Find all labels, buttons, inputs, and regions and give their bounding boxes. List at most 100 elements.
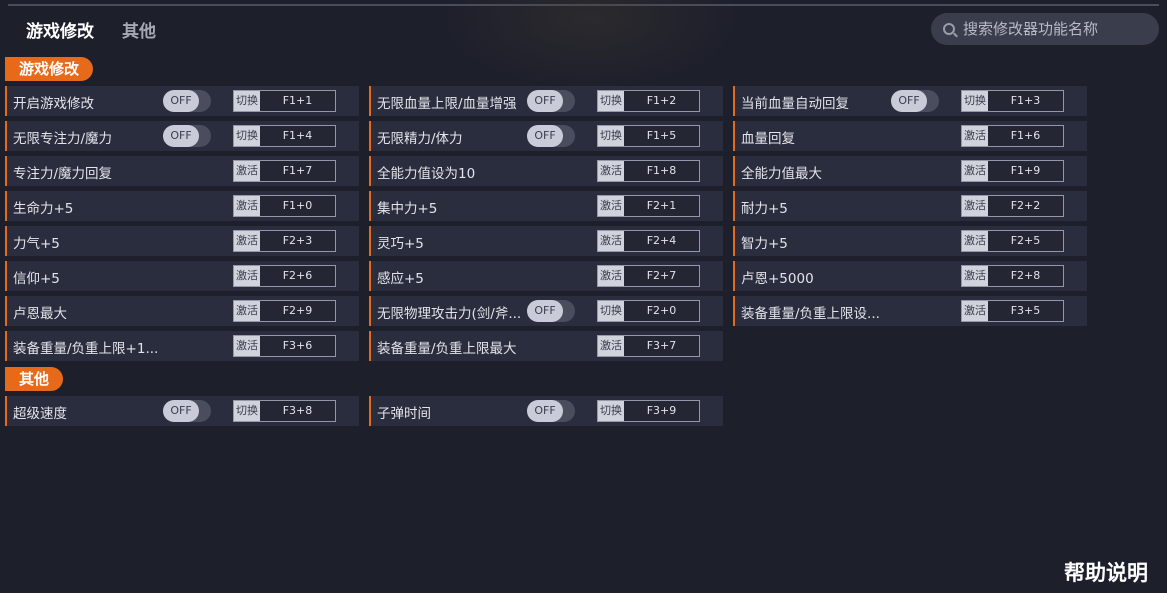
hotkey-key: F3+7 bbox=[646, 339, 677, 352]
tab-other[interactable]: 其他 bbox=[122, 17, 156, 42]
hotkey-action: 切换 bbox=[598, 91, 624, 111]
mod-toggle[interactable]: OFF bbox=[527, 400, 575, 422]
hotkey-key: F2+7 bbox=[646, 269, 677, 282]
hotkey-action: 激活 bbox=[962, 301, 988, 321]
background-decoration bbox=[440, 0, 740, 90]
hotkey-key: F2+2 bbox=[1010, 199, 1041, 212]
mod-toggle[interactable]: OFF bbox=[163, 90, 211, 112]
mod-toggle[interactable]: OFF bbox=[163, 400, 211, 422]
hotkey-button[interactable]: 切换 F1+1 bbox=[233, 90, 336, 112]
hotkey-button[interactable]: 激活 F2+5 bbox=[961, 230, 1064, 252]
hotkey-button[interactable]: 切换 F1+3 bbox=[961, 90, 1064, 112]
mod-label: 耐力+5 bbox=[741, 201, 788, 217]
hotkey-key: F1+0 bbox=[282, 199, 313, 212]
mod-label: 卢恩+5000 bbox=[741, 271, 814, 287]
hotkey-key: F3+8 bbox=[282, 404, 313, 417]
hotkey-button[interactable]: 激活 F1+7 bbox=[233, 160, 336, 182]
hotkey-button[interactable]: 激活 F2+4 bbox=[597, 230, 700, 252]
tab-game-mods[interactable]: 游戏修改 bbox=[26, 17, 94, 42]
hotkey-button[interactable]: 激活 F3+5 bbox=[961, 300, 1064, 322]
toggle-state: OFF bbox=[527, 125, 563, 147]
mod-row: 卢恩+5000 激活 F2+8 bbox=[733, 261, 1087, 291]
hotkey-action: 激活 bbox=[598, 266, 624, 286]
mod-toggle[interactable]: OFF bbox=[527, 125, 575, 147]
hotkey-action: 激活 bbox=[234, 161, 260, 181]
help-button[interactable]: 帮助说明 bbox=[1064, 557, 1148, 587]
mod-row: 智力+5 激活 F2+5 bbox=[733, 226, 1087, 256]
mod-label: 子弹时间 bbox=[377, 406, 431, 422]
hotkey-action: 切换 bbox=[234, 401, 260, 421]
hotkey-key: F2+4 bbox=[646, 234, 677, 247]
mod-toggle[interactable]: OFF bbox=[891, 90, 939, 112]
hotkey-button[interactable]: 切换 F1+4 bbox=[233, 125, 336, 147]
hotkey-key: F1+5 bbox=[646, 129, 677, 142]
hotkey-action: 激活 bbox=[962, 266, 988, 286]
mod-toggle[interactable]: OFF bbox=[163, 125, 211, 147]
hotkey-action: 激活 bbox=[598, 196, 624, 216]
hotkey-button[interactable]: 切换 F1+2 bbox=[597, 90, 700, 112]
mod-row: 无限精力/体力 OFF 切换 F1+5 bbox=[369, 121, 723, 151]
hotkey-key: F3+6 bbox=[282, 339, 313, 352]
mod-row: 全能力值最大 激活 F1+9 bbox=[733, 156, 1087, 186]
search-input[interactable] bbox=[963, 20, 1148, 38]
hotkey-key: F2+6 bbox=[282, 269, 313, 282]
hotkey-action: 激活 bbox=[598, 161, 624, 181]
hotkey-action: 激活 bbox=[234, 336, 260, 356]
hotkey-key: F1+9 bbox=[1010, 164, 1041, 177]
mod-toggle[interactable]: OFF bbox=[527, 300, 575, 322]
hotkey-action: 激活 bbox=[962, 196, 988, 216]
hotkey-key: F1+3 bbox=[1010, 94, 1041, 107]
toggle-state: OFF bbox=[527, 90, 563, 112]
mod-label: 全能力值最大 bbox=[741, 166, 822, 182]
mod-label: 力气+5 bbox=[13, 236, 60, 252]
mod-row: 感应+5 激活 F2+7 bbox=[369, 261, 723, 291]
hotkey-button[interactable]: 激活 F1+9 bbox=[961, 160, 1064, 182]
hotkey-button[interactable]: 切换 F2+0 bbox=[597, 300, 700, 322]
hotkey-action: 激活 bbox=[234, 301, 260, 321]
hotkey-button[interactable]: 激活 F2+7 bbox=[597, 265, 700, 287]
hotkey-button[interactable]: 激活 F1+0 bbox=[233, 195, 336, 217]
toggle-state: OFF bbox=[163, 400, 199, 422]
mod-label: 装备重量/负重上限设... bbox=[741, 306, 880, 322]
section-title-other: 其他 bbox=[5, 367, 64, 391]
mod-row: 血量回复 激活 F1+6 bbox=[733, 121, 1087, 151]
hotkey-button[interactable]: 激活 F2+6 bbox=[233, 265, 336, 287]
toggle-state: OFF bbox=[163, 90, 199, 112]
hotkey-button[interactable]: 激活 F1+8 bbox=[597, 160, 700, 182]
hotkey-button[interactable]: 切换 F3+8 bbox=[233, 400, 336, 422]
hotkey-action: 激活 bbox=[598, 336, 624, 356]
mod-toggle[interactable]: OFF bbox=[527, 90, 575, 112]
mod-row: 装备重量/负重上限最大 激活 F3+7 bbox=[369, 331, 723, 361]
hotkey-action: 切换 bbox=[234, 91, 260, 111]
section-title-game-mods: 游戏修改 bbox=[5, 57, 94, 81]
toggle-state: OFF bbox=[163, 125, 199, 147]
hotkey-key: F1+1 bbox=[282, 94, 313, 107]
mod-label: 智力+5 bbox=[741, 236, 788, 252]
hotkey-button[interactable]: 激活 F3+7 bbox=[597, 335, 700, 357]
hotkey-button[interactable]: 切换 F1+5 bbox=[597, 125, 700, 147]
hotkey-button[interactable]: 激活 F2+3 bbox=[233, 230, 336, 252]
hotkey-button[interactable]: 激活 F1+6 bbox=[961, 125, 1064, 147]
hotkey-action: 切换 bbox=[234, 126, 260, 146]
mod-label: 信仰+5 bbox=[13, 271, 60, 287]
mod-row: 装备重量/负重上限设... 激活 F3+5 bbox=[733, 296, 1087, 326]
hotkey-button[interactable]: 激活 F2+9 bbox=[233, 300, 336, 322]
hotkey-button[interactable]: 激活 F2+8 bbox=[961, 265, 1064, 287]
mod-label: 无限专注力/魔力 bbox=[13, 131, 113, 147]
mod-row: 无限专注力/魔力 OFF 切换 F1+4 bbox=[5, 121, 359, 151]
search-box[interactable] bbox=[931, 13, 1159, 45]
hotkey-button[interactable]: 激活 F3+6 bbox=[233, 335, 336, 357]
hotkey-button[interactable]: 激活 F2+2 bbox=[961, 195, 1064, 217]
mod-row: 力气+5 激活 F2+3 bbox=[5, 226, 359, 256]
mod-row: 专注力/魔力回复 激活 F1+7 bbox=[5, 156, 359, 186]
hotkey-key: F2+5 bbox=[1010, 234, 1041, 247]
mod-row: 灵巧+5 激活 F2+4 bbox=[369, 226, 723, 256]
hotkey-button[interactable]: 激活 F2+1 bbox=[597, 195, 700, 217]
mod-label: 专注力/魔力回复 bbox=[13, 166, 113, 182]
hotkey-key: F1+2 bbox=[646, 94, 677, 107]
hotkey-key: F1+8 bbox=[646, 164, 677, 177]
mod-row: 当前血量自动回复 OFF 切换 F1+3 bbox=[733, 86, 1087, 116]
mod-row: 子弹时间 OFF 切换 F3+9 bbox=[369, 396, 723, 426]
toggle-state: OFF bbox=[527, 300, 563, 322]
hotkey-button[interactable]: 切换 F3+9 bbox=[597, 400, 700, 422]
